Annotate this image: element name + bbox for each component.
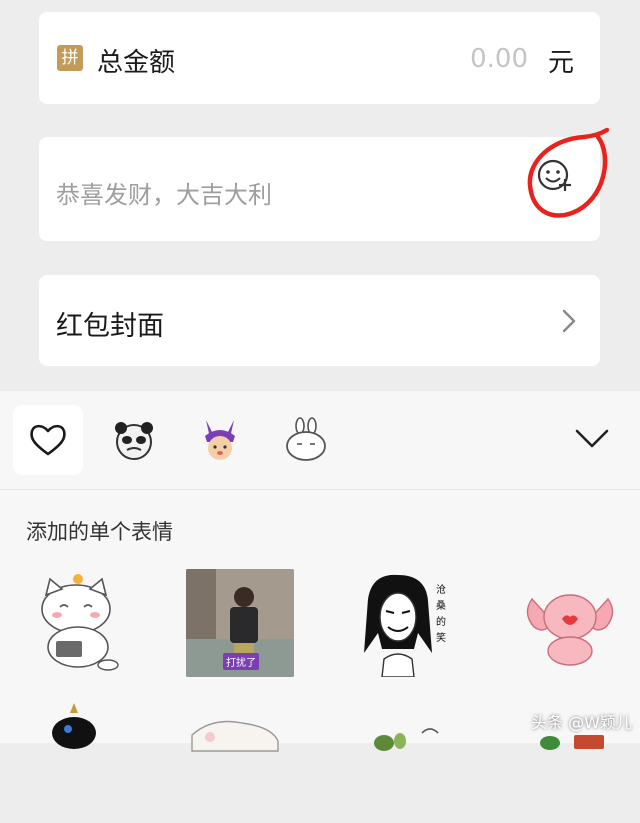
tab-purple-bunny-stickers[interactable] [185, 405, 255, 475]
panda-sticker-icon [115, 422, 153, 460]
svg-text:桑: 桑 [436, 600, 446, 612]
emoji-panel: 添加的单个表情 打扰了 沧 桑 的 笑 [0, 391, 640, 752]
section-title: 添加的单个表情 [26, 520, 173, 544]
heart-icon [30, 424, 66, 456]
currency-unit: 元 [547, 48, 574, 78]
red-envelope-cover-row[interactable]: 红包封面 [39, 275, 600, 366]
paper-sticker[interactable] [182, 711, 290, 819]
amount-input[interactable]: 0.00 [470, 44, 528, 74]
chevron-right-icon [562, 309, 576, 333]
red-annotation-circle [527, 127, 610, 218]
greeting-message-card[interactable]: 恭喜发财，大吉大利 [39, 127, 610, 241]
total-amount-card[interactable]: 拼 总金额 0.00 元 [39, 12, 600, 104]
pink-elephant-sticker[interactable] [516, 569, 624, 677]
unicorn-sticker[interactable] [40, 703, 148, 811]
purple-bunny-sticker-icon [205, 420, 235, 460]
emoji-tab-bar [0, 391, 640, 490]
greeting-input[interactable]: 恭喜发财，大吉大利 [56, 175, 272, 210]
plant-sticker[interactable] [360, 711, 468, 819]
white-bunny-sticker-icon [286, 417, 326, 461]
long-hair-man-sticker[interactable]: 沧 桑 的 笑 [352, 569, 460, 677]
cat-sticker[interactable] [24, 569, 132, 677]
tab-favorites[interactable] [13, 405, 83, 475]
photo-caption: 打扰了 [223, 653, 259, 670]
tab-panda-stickers[interactable] [99, 405, 169, 475]
svg-text:笑: 笑 [436, 631, 446, 644]
chevron-down-icon[interactable] [574, 421, 610, 457]
watermark-text: 头条 @W颖儿 [531, 713, 632, 732]
group-pin-icon: 拼 [57, 45, 83, 71]
cover-label: 红包封面 [56, 311, 164, 342]
svg-text:沧: 沧 [436, 583, 446, 596]
emoji-add-button[interactable] [494, 125, 614, 225]
svg-text:的: 的 [436, 615, 446, 628]
tab-white-bunny-stickers[interactable] [271, 405, 341, 475]
total-amount-label: 总金额 [97, 48, 176, 78]
toddler-photo-sticker[interactable]: 打扰了 [186, 569, 294, 677]
